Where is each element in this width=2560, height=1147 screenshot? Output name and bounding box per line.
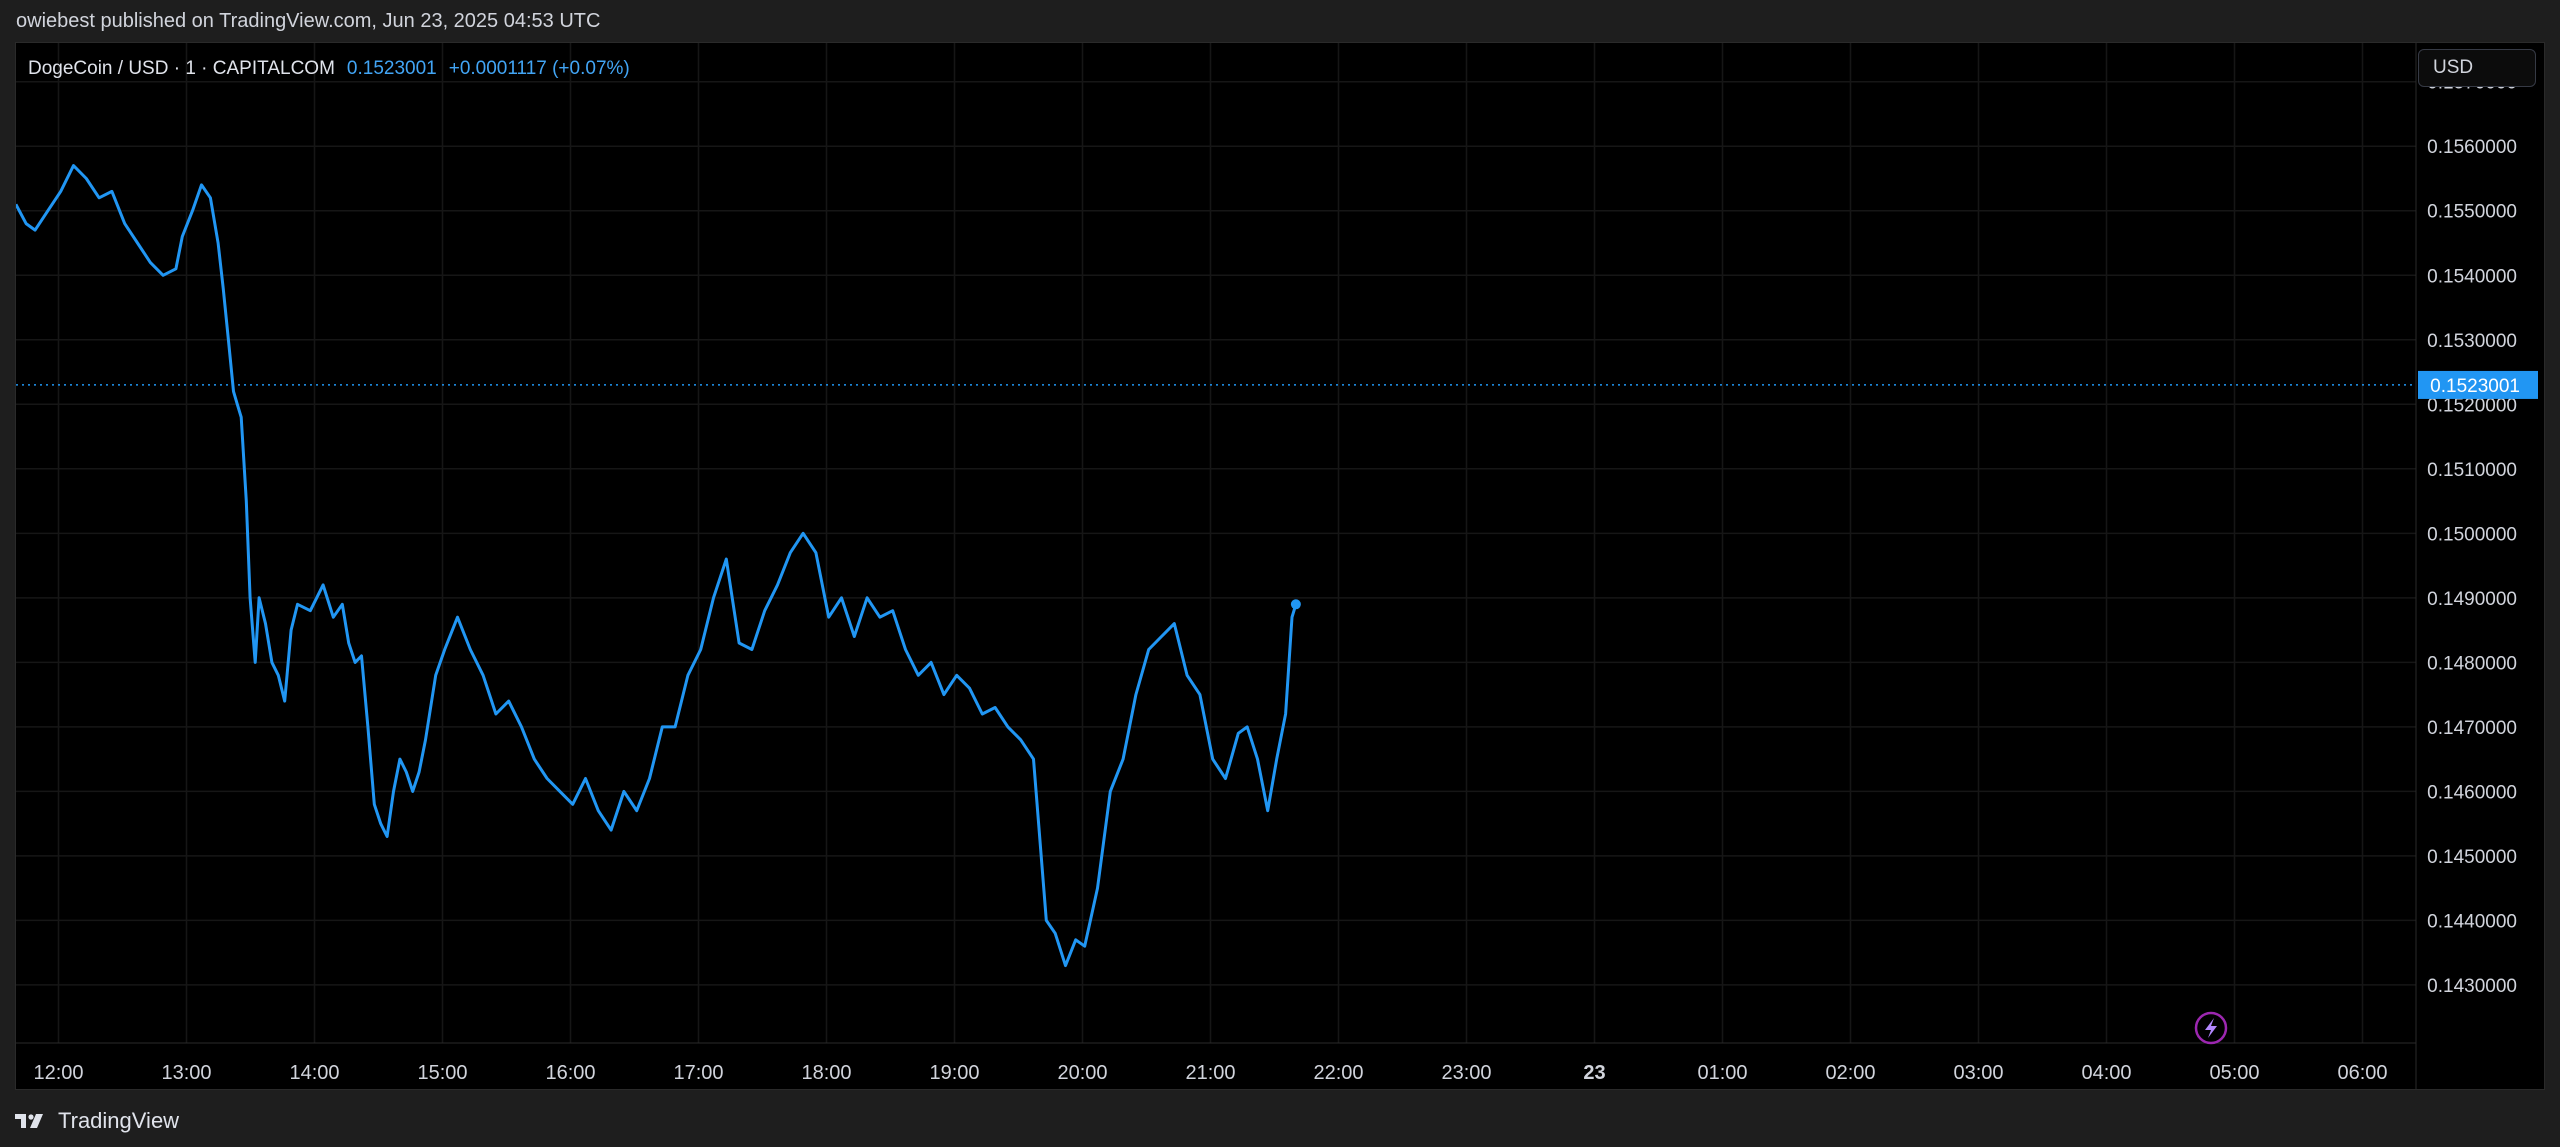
footer: TradingView xyxy=(0,1094,2560,1147)
published-text: owiebest published on TradingView.com, J… xyxy=(16,9,601,32)
x-tick-label: 06:00 xyxy=(2337,1062,2387,1084)
brand-name: TradingView xyxy=(58,1107,180,1133)
x-tick-label: 14:00 xyxy=(289,1062,339,1084)
x-tick-label: 15:00 xyxy=(417,1062,467,1084)
y-tick-label: 0.1560000 xyxy=(2427,137,2517,158)
y-tick-label: 0.1510000 xyxy=(2427,460,2517,481)
x-tick-label: 20:00 xyxy=(1057,1062,1107,1084)
tradingview-logo-icon xyxy=(15,1113,43,1128)
x-tick-label: 02:00 xyxy=(1825,1062,1875,1084)
y-tick-label: 0.1490000 xyxy=(2427,589,2517,610)
y-tick-label: 0.1480000 xyxy=(2427,653,2517,674)
chart-grid xyxy=(16,43,2416,1043)
x-tick-label: 12:00 xyxy=(33,1062,83,1084)
chart-panel[interactable]: 0.15700000.15600000.15500000.15400000.15… xyxy=(15,42,2545,1090)
x-tick-label: 23:00 xyxy=(1441,1062,1491,1084)
y-tick-label: 0.1550000 xyxy=(2427,202,2517,223)
lightning-icon[interactable] xyxy=(2194,1011,2228,1045)
x-tick-label: 01:00 xyxy=(1697,1062,1747,1084)
x-tick-label: 18:00 xyxy=(801,1062,851,1084)
x-tick-label: 19:00 xyxy=(929,1062,979,1084)
y-tick-label: 0.1450000 xyxy=(2427,847,2517,868)
brand[interactable]: TradingView xyxy=(14,1108,179,1134)
y-tick-label: 0.1530000 xyxy=(2427,331,2517,352)
x-tick-label: 17:00 xyxy=(673,1062,723,1084)
chart-marks: 0.1523001 xyxy=(16,370,2538,1045)
y-tick-label: 0.1500000 xyxy=(2427,524,2517,545)
currency-button[interactable]: USD xyxy=(2418,49,2536,87)
x-tick-label: 22:00 xyxy=(1313,1062,1363,1084)
y-tick-label: 0.1460000 xyxy=(2427,782,2517,803)
y-tick-label: 0.1540000 xyxy=(2427,266,2517,287)
price-change-value: +0.0001117 (+0.07%) xyxy=(448,58,630,79)
x-tick-label: 05:00 xyxy=(2209,1062,2259,1084)
chart-series xyxy=(16,164,1298,968)
publish-bar: owiebest published on TradingView.com, J… xyxy=(0,0,2560,42)
last-point-marker xyxy=(1290,599,1301,610)
x-tick-label: 04:00 xyxy=(2081,1062,2131,1084)
y-tick-label: 0.1430000 xyxy=(2427,976,2517,997)
symbol-label[interactable]: DogeCoin / USD · 1 · CAPITALCOM xyxy=(28,58,335,80)
price-chart[interactable]: 0.15700000.15600000.15500000.15400000.15… xyxy=(16,43,2544,1089)
x-tick-label: 16:00 xyxy=(545,1062,595,1084)
x-tick-label: 13:00 xyxy=(161,1062,211,1084)
x-tick-label: 21:00 xyxy=(1185,1062,1235,1084)
chart-axes: 0.15700000.15600000.15500000.15400000.15… xyxy=(16,43,2517,1089)
x-tick-label: 23 xyxy=(1583,1062,1605,1084)
y-tick-label: 0.1470000 xyxy=(2427,718,2517,739)
last-price-badge-label: 0.1523001 xyxy=(2430,376,2520,397)
symbol-legend[interactable]: DogeCoin / USD · 1 · CAPITALCOM 0.152300… xyxy=(28,56,630,82)
y-tick-label: 0.1440000 xyxy=(2427,911,2517,932)
price-line xyxy=(16,164,1298,968)
x-tick-label: 03:00 xyxy=(1953,1062,2003,1084)
last-price-value: 0.1523001 xyxy=(346,58,437,79)
